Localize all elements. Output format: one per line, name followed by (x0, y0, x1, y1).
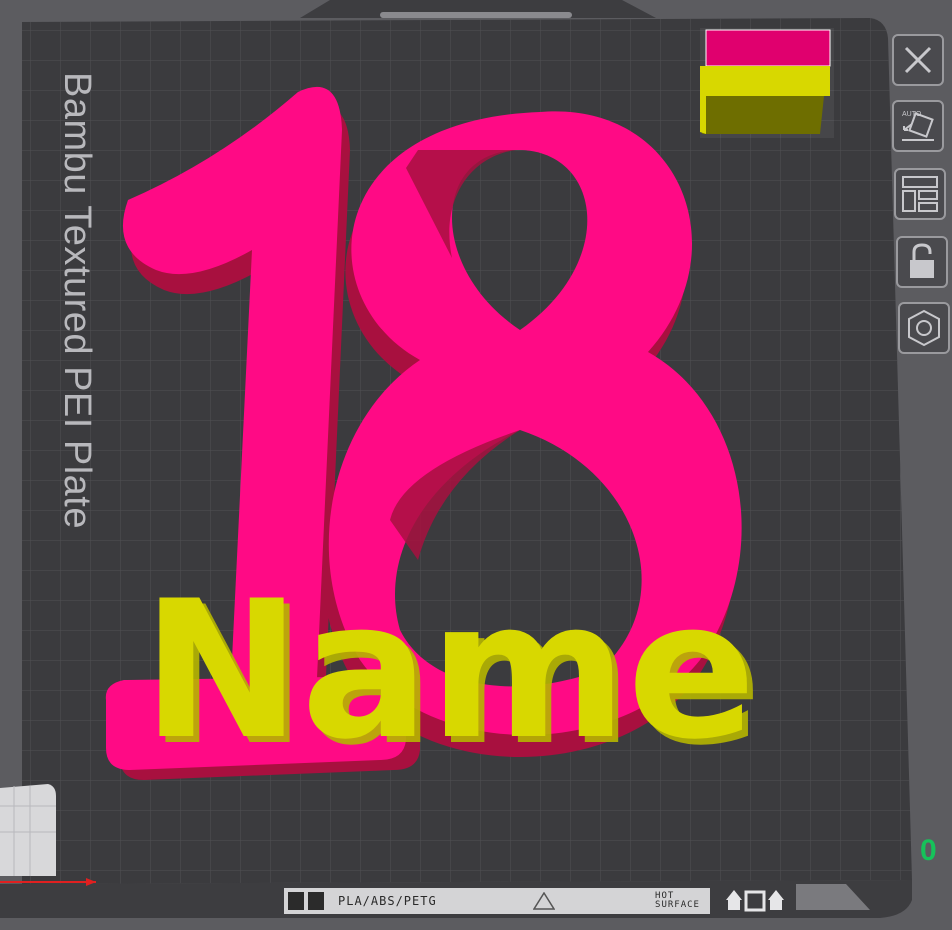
plate-label-container: Bambu Textured PEI Plate (56, 72, 98, 602)
hot-surface-warning-icon (532, 892, 555, 910)
filament-tag: PLA/ABS/PETG (338, 894, 437, 908)
auto-orient-icon: AUTO (902, 111, 934, 141)
coordinate-readout: 0 (920, 834, 937, 867)
plate-label: Bambu Textured PEI Plate (56, 72, 98, 529)
plate-info-strip: PLA/ABS/PETG HOT SURFACE (284, 888, 710, 914)
plate-chip-icon-1 (288, 892, 304, 910)
auto-orient-button[interactable]: AUTO (892, 100, 944, 152)
arrange-icon (902, 176, 938, 212)
plate-chip-icon-2 (308, 892, 324, 910)
close-icon (904, 46, 932, 74)
hot-line-2: SURFACE (655, 900, 700, 910)
lock-button[interactable] (896, 236, 948, 288)
plate-orientation-icons (726, 890, 784, 912)
model-name-text[interactable]: Name (142, 560, 756, 781)
plate-handle (380, 12, 572, 18)
close-button[interactable] (892, 34, 944, 86)
view-cube[interactable] (0, 784, 56, 876)
hot-surface-label: HOT SURFACE (655, 892, 700, 910)
settings-hex-button[interactable] (898, 302, 950, 354)
lock-icon (910, 243, 934, 278)
settings-hex-icon (908, 309, 940, 347)
3d-viewport[interactable]: Name Name (0, 0, 952, 930)
model-thumbnail[interactable] (700, 28, 834, 138)
arrange-button[interactable] (894, 168, 946, 220)
